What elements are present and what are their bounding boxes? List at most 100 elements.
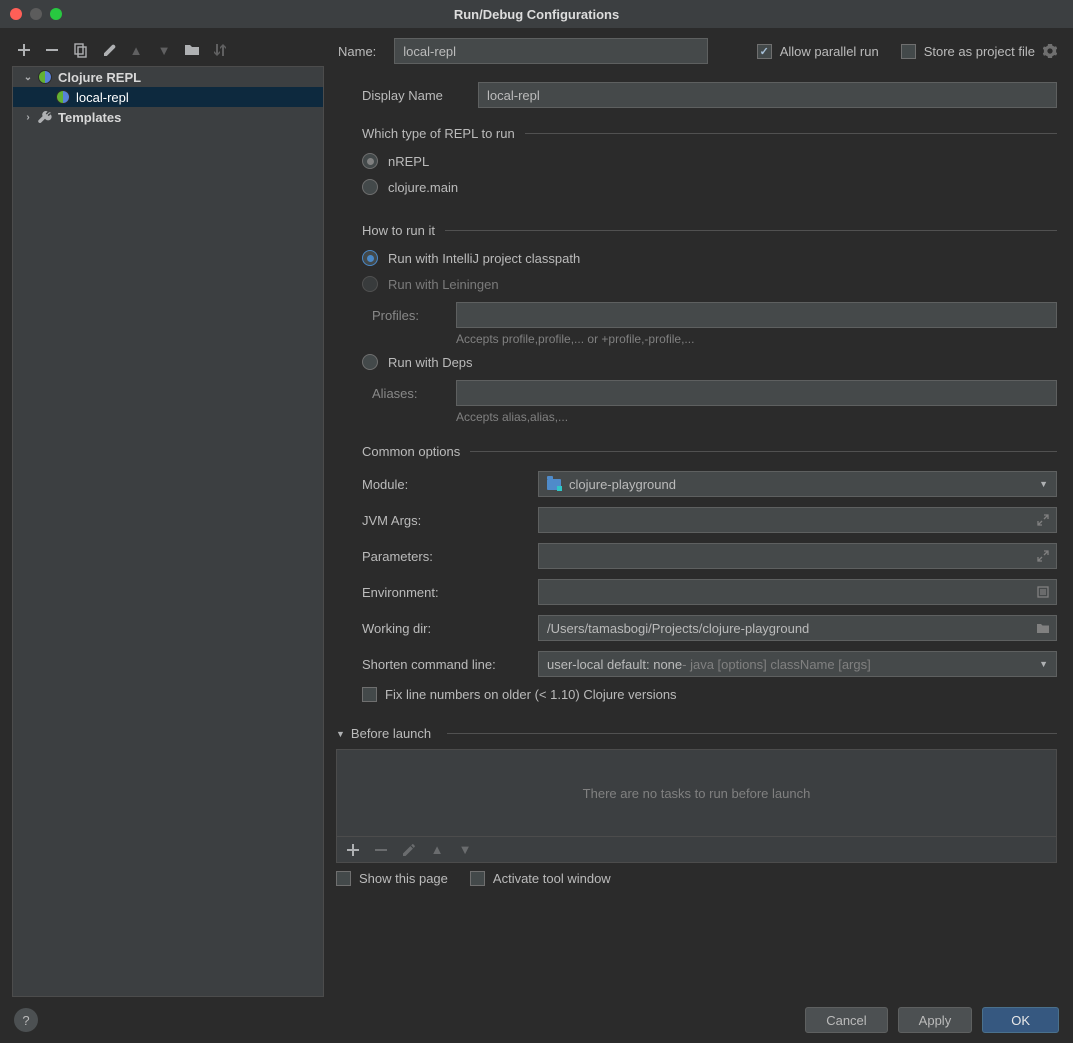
collapse-arrow-icon[interactable]: ▼ xyxy=(336,729,345,739)
radio-clojure-main[interactable]: clojure.main xyxy=(362,179,1057,195)
empty-text: There are no tasks to run before launch xyxy=(583,786,811,801)
folder-icon[interactable] xyxy=(184,42,200,58)
module-row: Module: clojure-playground ▼ xyxy=(362,471,1057,497)
store-project-label: Store as project file xyxy=(924,44,1035,59)
radio-nrepl[interactable]: nREPL xyxy=(362,153,1057,169)
radio-icon[interactable] xyxy=(362,354,378,370)
ok-button[interactable]: OK xyxy=(982,1007,1059,1033)
browse-folder-icon[interactable] xyxy=(1036,621,1050,635)
remove-task-icon[interactable] xyxy=(373,842,389,858)
close-window-icon[interactable] xyxy=(10,8,22,20)
move-down-icon[interactable]: ▼ xyxy=(156,42,172,58)
apply-button[interactable]: Apply xyxy=(898,1007,973,1033)
sort-icon[interactable] xyxy=(212,42,228,58)
chevron-down-icon: ▼ xyxy=(1039,479,1048,489)
module-label: Module: xyxy=(362,477,538,492)
radio-icon[interactable] xyxy=(362,153,378,169)
tree-group-clojure-repl[interactable]: ⌄ Clojure REPL xyxy=(13,67,323,87)
workdir-input[interactable]: /Users/tamasbogi/Projects/clojure-playgr… xyxy=(538,615,1057,641)
radio-leiningen: Run with Leiningen xyxy=(362,276,1057,292)
sidebar-toolbar: ▲ ▼ xyxy=(12,38,324,66)
tree-label: Templates xyxy=(58,110,121,125)
edit-task-icon[interactable] xyxy=(401,842,417,858)
aliases-input[interactable] xyxy=(456,380,1057,406)
aliases-hint: Accepts alias,alias,... xyxy=(456,410,1057,424)
env-input[interactable] xyxy=(538,579,1057,605)
section-repl-type: Which type of REPL to run xyxy=(362,126,1057,141)
allow-parallel-checkbox[interactable]: Allow parallel run xyxy=(757,44,879,59)
copy-icon[interactable] xyxy=(72,42,88,58)
params-label: Parameters: xyxy=(362,549,538,564)
section-how-run: How to run it xyxy=(362,223,1057,238)
shorten-label: Shorten command line: xyxy=(362,657,538,672)
fix-lines-checkbox[interactable]: Fix line numbers on older (< 1.10) Cloju… xyxy=(362,687,1057,702)
move-task-down-icon[interactable]: ▼ xyxy=(457,842,473,858)
checkbox-icon[interactable] xyxy=(362,687,377,702)
titlebar: Run/Debug Configurations xyxy=(0,0,1073,28)
env-label: Environment: xyxy=(362,585,538,600)
sidebar: ▲ ▼ ⌄ Clojure REPL local-repl › xyxy=(12,38,324,997)
shorten-select[interactable]: user-local default: none - java [options… xyxy=(538,651,1057,677)
aliases-label: Aliases: xyxy=(372,386,456,401)
name-label: Name: xyxy=(338,44,376,59)
show-page-checkbox[interactable]: Show this page xyxy=(336,871,448,886)
display-name-label: Display Name xyxy=(362,88,478,103)
display-name-input[interactable] xyxy=(478,82,1057,108)
checkbox-icon[interactable] xyxy=(757,44,772,59)
tree-label: local-repl xyxy=(76,90,129,105)
collapse-arrow-icon[interactable]: › xyxy=(21,112,35,123)
store-project-checkbox[interactable]: Store as project file xyxy=(901,44,1057,59)
move-task-up-icon[interactable]: ▲ xyxy=(429,842,445,858)
section-common: Common options xyxy=(362,444,1057,459)
params-input[interactable] xyxy=(538,543,1057,569)
shorten-row: Shorten command line: user-local default… xyxy=(362,651,1057,677)
traffic-lights xyxy=(10,8,62,20)
tree-label: Clojure REPL xyxy=(58,70,141,85)
workdir-row: Working dir: /Users/tamasbogi/Projects/c… xyxy=(362,615,1057,641)
radio-icon xyxy=(362,276,378,292)
help-button[interactable]: ? xyxy=(14,1008,38,1032)
tree-item-local-repl[interactable]: local-repl xyxy=(13,87,323,107)
checkbox-icon[interactable] xyxy=(336,871,351,886)
params-row: Parameters: xyxy=(362,543,1057,569)
footer: ? Cancel Apply OK xyxy=(0,997,1073,1043)
clojure-icon xyxy=(37,69,53,85)
tree-group-templates[interactable]: › Templates xyxy=(13,107,323,127)
before-launch-list[interactable]: There are no tasks to run before launch xyxy=(336,749,1057,837)
allow-parallel-label: Allow parallel run xyxy=(780,44,879,59)
expand-icon[interactable] xyxy=(1036,549,1050,563)
radio-deps[interactable]: Run with Deps xyxy=(362,354,1057,370)
clojure-icon xyxy=(55,89,71,105)
radio-icon[interactable] xyxy=(362,179,378,195)
module-select[interactable]: clojure-playground ▼ xyxy=(538,471,1057,497)
list-icon[interactable] xyxy=(1036,585,1050,599)
jvm-input[interactable] xyxy=(538,507,1057,533)
add-task-icon[interactable] xyxy=(345,842,361,858)
move-up-icon[interactable]: ▲ xyxy=(128,42,144,58)
display-name-row: Display Name xyxy=(362,82,1057,108)
checkbox-icon[interactable] xyxy=(901,44,916,59)
cancel-button[interactable]: Cancel xyxy=(805,1007,887,1033)
name-row: Name: Allow parallel run Store as projec… xyxy=(336,38,1057,64)
activate-tool-checkbox[interactable]: Activate tool window xyxy=(470,871,611,886)
radio-icon[interactable] xyxy=(362,250,378,266)
expand-arrow-icon[interactable]: ⌄ xyxy=(21,72,35,83)
wrench-icon xyxy=(37,109,53,125)
maximize-window-icon[interactable] xyxy=(50,8,62,20)
jvm-row: JVM Args: xyxy=(362,507,1057,533)
window-title: Run/Debug Configurations xyxy=(454,7,619,22)
gear-icon[interactable] xyxy=(1043,44,1057,58)
radio-intellij-classpath[interactable]: Run with IntelliJ project classpath xyxy=(362,250,1057,266)
edit-templates-icon[interactable] xyxy=(100,42,116,58)
profiles-input[interactable] xyxy=(456,302,1057,328)
name-input[interactable] xyxy=(394,38,708,64)
remove-icon[interactable] xyxy=(44,42,60,58)
before-launch-header[interactable]: ▼ Before launch xyxy=(336,726,1057,741)
config-panel: Name: Allow parallel run Store as projec… xyxy=(336,38,1061,997)
chevron-down-icon: ▼ xyxy=(1039,659,1048,669)
expand-icon[interactable] xyxy=(1036,513,1050,527)
config-tree[interactable]: ⌄ Clojure REPL local-repl › Templates xyxy=(12,66,324,997)
minimize-window-icon[interactable] xyxy=(30,8,42,20)
checkbox-icon[interactable] xyxy=(470,871,485,886)
add-icon[interactable] xyxy=(16,42,32,58)
